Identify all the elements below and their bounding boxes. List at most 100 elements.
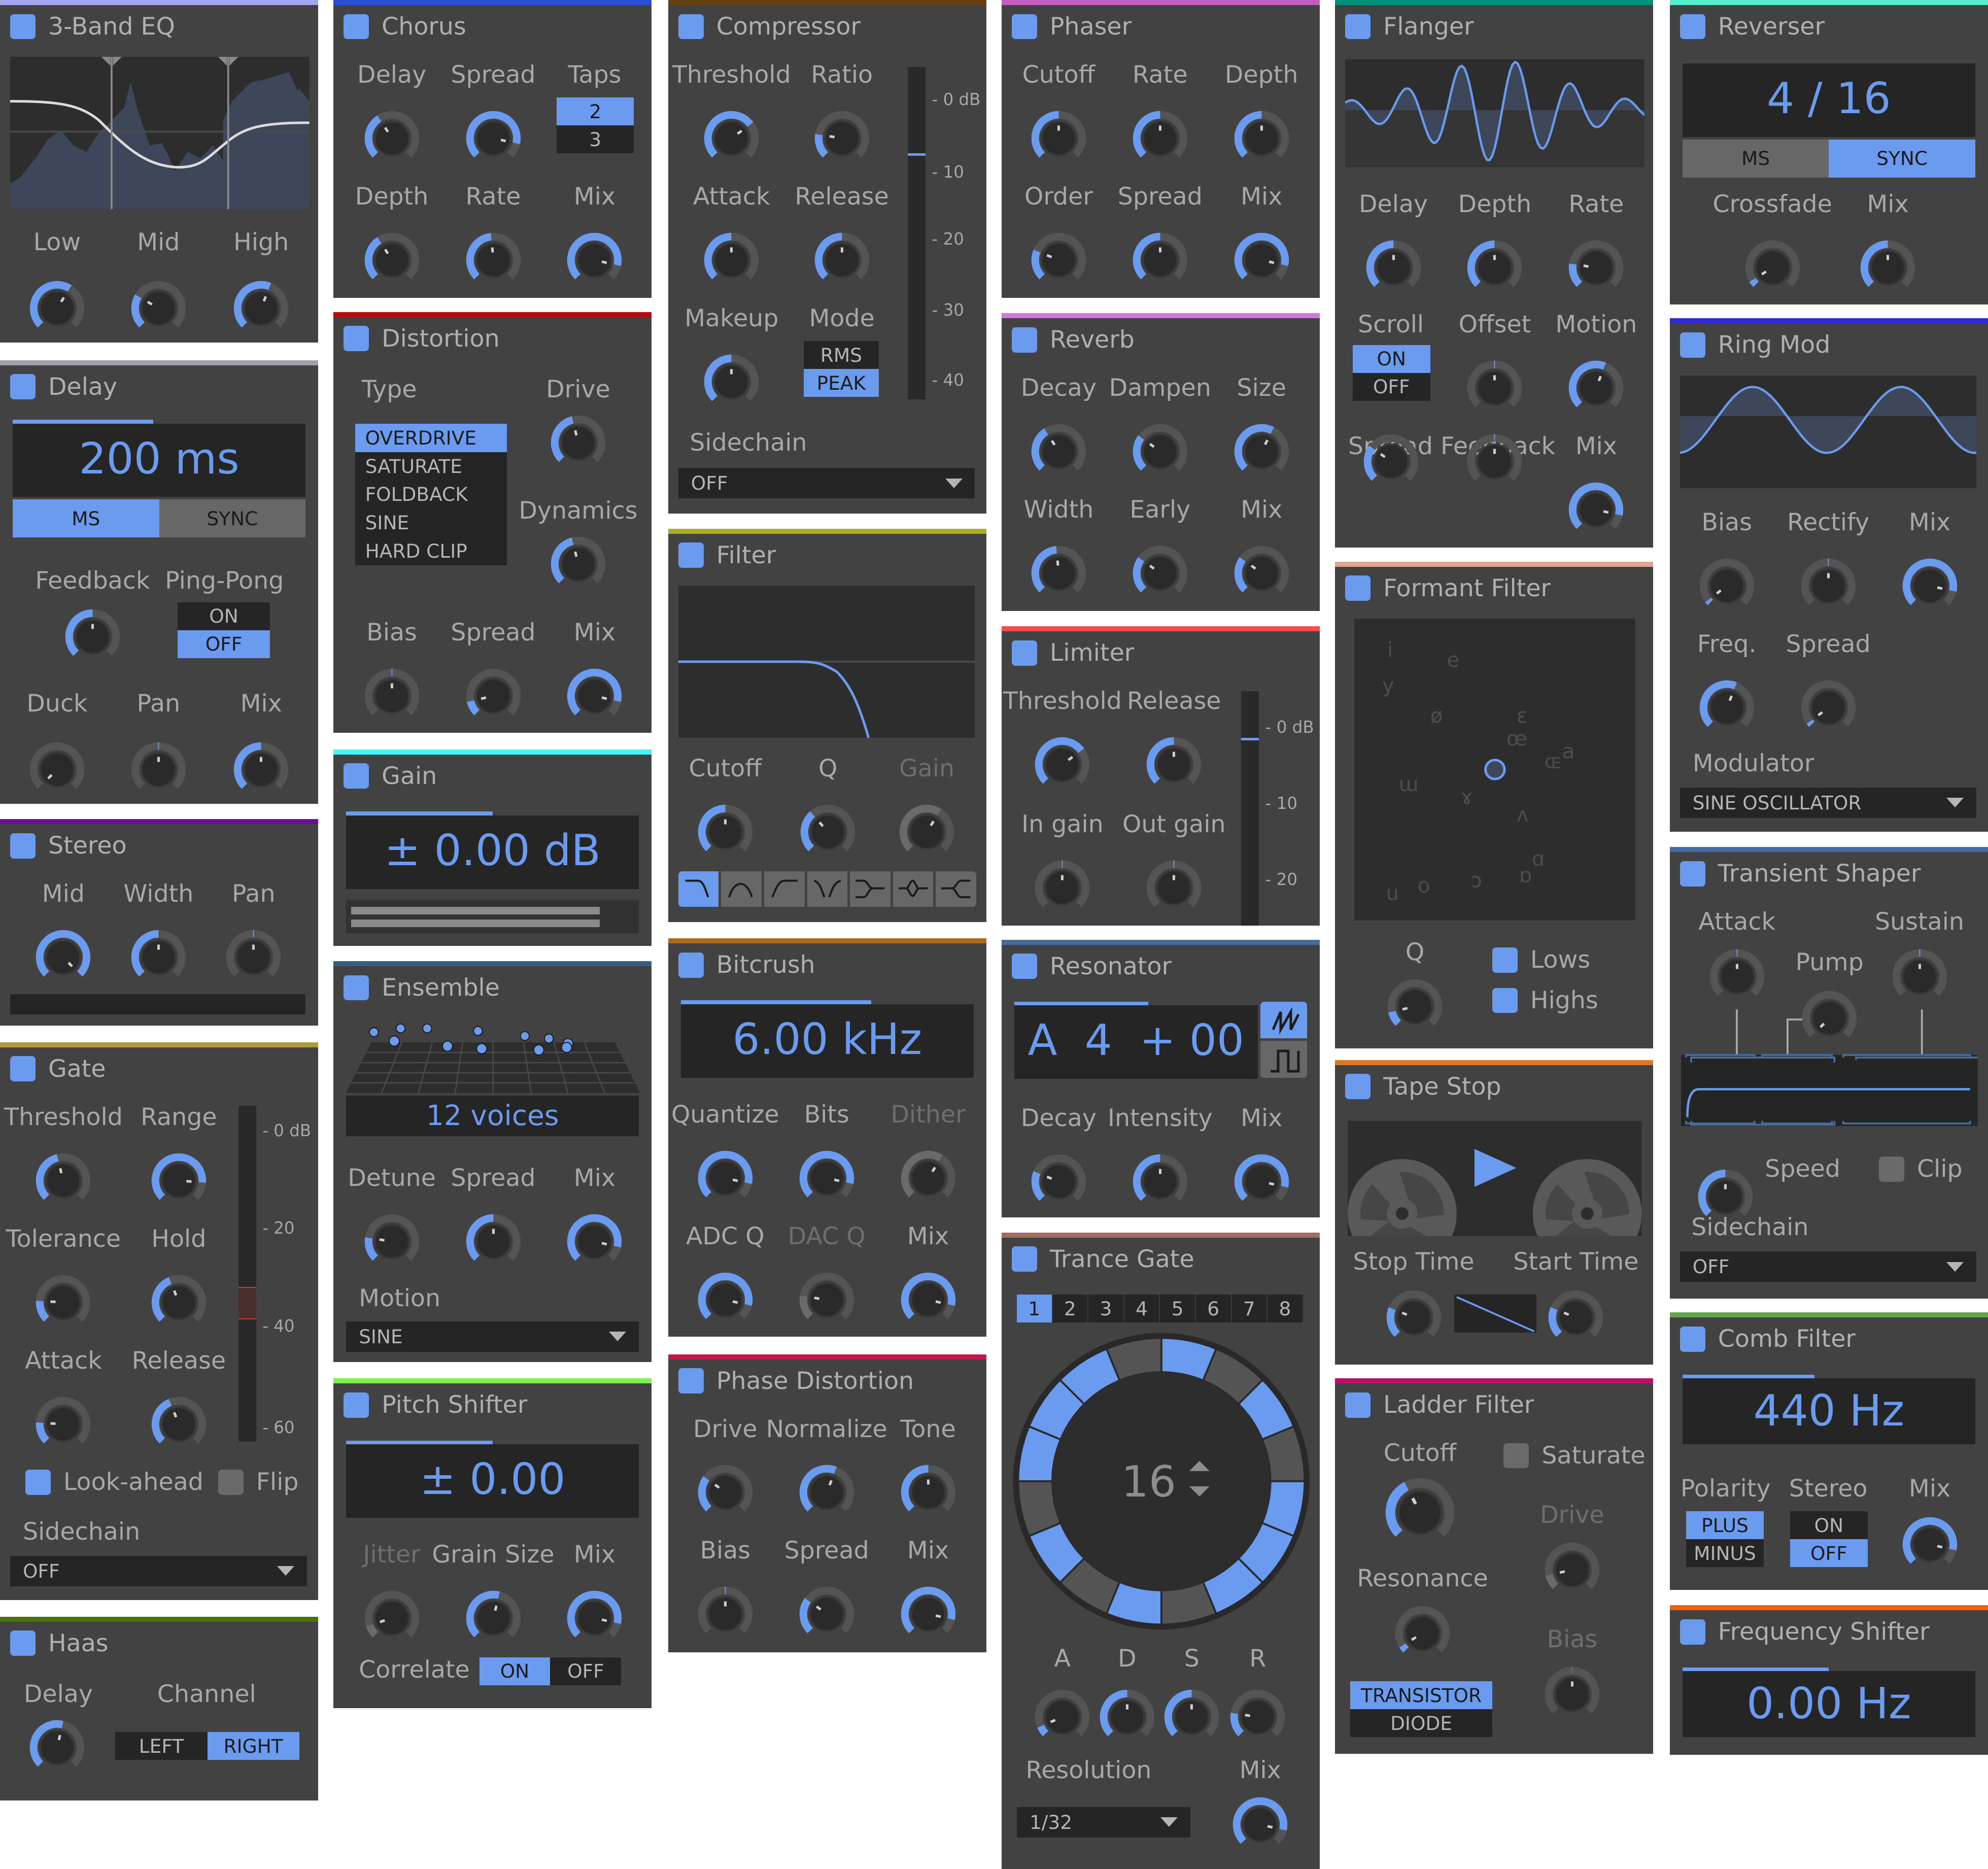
knob-mix[interactable]: [899, 1585, 957, 1643]
checkbox-box[interactable]: [218, 1470, 244, 1495]
knob-spread[interactable]: [1799, 678, 1858, 737]
stereo-toggle[interactable]: ONOFF: [1790, 1511, 1867, 1567]
enable-checkbox[interactable]: [10, 1630, 36, 1656]
option-ms[interactable]: MS: [13, 499, 159, 537]
knob-spread[interactable]: [464, 109, 523, 167]
enable-checkbox[interactable]: [1680, 14, 1705, 40]
knob-feedback[interactable]: [1465, 432, 1524, 491]
option-on[interactable]: ON: [178, 602, 270, 630]
knob-release[interactable]: [150, 1395, 208, 1453]
knob-early[interactable]: [1131, 544, 1189, 602]
knob-drive[interactable]: [696, 1463, 755, 1521]
knob-offset[interactable]: [1465, 359, 1524, 417]
enable-checkbox[interactable]: [344, 763, 369, 789]
knob-r[interactable]: [1228, 1688, 1287, 1746]
knob-sustain[interactable]: [1891, 947, 1949, 1006]
knob-mix[interactable]: [1859, 239, 1917, 297]
knob-freq[interactable]: [1698, 678, 1756, 737]
flip-checkbox[interactable]: Flip: [218, 1468, 299, 1496]
option-8[interactable]: 8: [1267, 1295, 1304, 1322]
knob-start-time[interactable]: [1547, 1288, 1605, 1347]
knob-mix[interactable]: [565, 231, 624, 289]
knob-in-gain[interactable]: [1033, 859, 1091, 917]
knob-low[interactable]: [28, 279, 86, 337]
highshelf-icon[interactable]: [936, 871, 976, 907]
knob-mid[interactable]: [129, 279, 188, 337]
knob-cutoff[interactable]: [1383, 1476, 1457, 1549]
knob-delay[interactable]: [363, 109, 421, 167]
option-peak[interactable]: PEAK: [804, 369, 878, 397]
knob-adc-q[interactable]: [696, 1271, 755, 1329]
knob-decay[interactable]: [1030, 1152, 1088, 1211]
knob-depth[interactable]: [1232, 109, 1291, 167]
square-wave-icon[interactable]: [1260, 1041, 1307, 1077]
knob-bias[interactable]: [1698, 557, 1756, 615]
resolution-dropdown[interactable]: 1/32: [1017, 1807, 1190, 1838]
option-saturate[interactable]: SATURATE: [355, 452, 507, 481]
knob-delay[interactable]: [1364, 239, 1423, 297]
option-hard-clip[interactable]: HARD CLIP: [355, 537, 507, 565]
option-on[interactable]: ON: [479, 1657, 551, 1685]
lowpass-icon[interactable]: [678, 871, 719, 907]
pitch-value-display[interactable]: ± 0.00: [346, 1444, 639, 1518]
knob-mix[interactable]: [1232, 544, 1291, 602]
pattern-selector[interactable]: 12345678: [1017, 1295, 1304, 1322]
lows-checkbox[interactable]: Lows: [1492, 946, 1590, 974]
knob-mid[interactable]: [34, 928, 92, 987]
enable-checkbox[interactable]: [344, 1392, 369, 1418]
resonator-waveform-selector[interactable]: [1260, 1002, 1307, 1078]
option-3[interactable]: 3: [557, 125, 634, 153]
knob-depth[interactable]: [1465, 239, 1524, 297]
knob-spread[interactable]: [1131, 231, 1189, 289]
knob-release[interactable]: [813, 231, 871, 289]
resonator-note-display[interactable]: A 4 + 00: [1014, 1005, 1258, 1079]
option-off[interactable]: OFF: [550, 1657, 621, 1685]
knob-gain[interactable]: [898, 803, 956, 861]
knob-q[interactable]: [799, 803, 857, 861]
knob-dac-q[interactable]: [798, 1271, 856, 1329]
knob-normalize[interactable]: [798, 1463, 856, 1521]
polarity-toggle[interactable]: PLUSMINUS: [1686, 1511, 1763, 1567]
modulator-dropdown[interactable]: SINE OSCILLATOR: [1680, 788, 1977, 818]
knob-pan[interactable]: [224, 928, 283, 987]
knob-spread[interactable]: [798, 1585, 856, 1643]
knob-threshold[interactable]: [702, 109, 761, 167]
knob-quantize[interactable]: [696, 1149, 755, 1207]
sidechain-dropdown[interactable]: OFF: [678, 468, 975, 498]
knob-rate[interactable]: [464, 231, 523, 289]
checkbox-box[interactable]: [25, 1470, 51, 1495]
enable-checkbox[interactable]: [1345, 14, 1370, 40]
motion-dropdown[interactable]: SINE: [346, 1321, 639, 1352]
knob-tolerance[interactable]: [34, 1273, 92, 1332]
enable-checkbox[interactable]: [1680, 1327, 1705, 1352]
knob-bits[interactable]: [798, 1149, 856, 1207]
enable-checkbox[interactable]: [1012, 14, 1037, 40]
enable-checkbox[interactable]: [1012, 327, 1037, 353]
enable-checkbox[interactable]: [1345, 1074, 1370, 1099]
sidechain-dropdown[interactable]: OFF: [10, 1556, 307, 1586]
knob-pump[interactable]: [1800, 989, 1859, 1047]
checkbox-box[interactable]: [1503, 1443, 1529, 1469]
step-count-value[interactable]: 16: [1121, 1456, 1176, 1507]
enable-checkbox[interactable]: [1345, 575, 1370, 601]
peak-icon[interactable]: [893, 871, 934, 907]
delay-mode-toggle[interactable]: MSSYNC: [13, 499, 305, 537]
option-plus[interactable]: PLUS: [1686, 1511, 1763, 1539]
option-foldback[interactable]: FOLDBACK: [355, 480, 507, 508]
knob-s[interactable]: [1162, 1688, 1221, 1746]
filter-type-selector[interactable]: [678, 871, 976, 907]
compressor-mode-toggle[interactable]: RMSPEAK: [804, 341, 878, 397]
checkbox-box[interactable]: [1879, 1157, 1904, 1182]
gate-threshold-range[interactable]: [238, 1287, 256, 1319]
option-2[interactable]: 2: [1053, 1295, 1089, 1322]
knob-decay[interactable]: [1030, 422, 1088, 481]
saw-wave-icon[interactable]: [1260, 1002, 1307, 1038]
option-7[interactable]: 7: [1232, 1295, 1268, 1322]
knob-feedback[interactable]: [63, 607, 122, 666]
knob-order[interactable]: [1030, 231, 1088, 289]
knob-attack[interactable]: [34, 1395, 92, 1453]
knob-release[interactable]: [1145, 735, 1203, 794]
knob-mix[interactable]: [565, 1589, 624, 1647]
gain-value-display[interactable]: ± 0.00 dB: [346, 815, 639, 889]
knob-mix[interactable]: [1231, 1795, 1289, 1854]
